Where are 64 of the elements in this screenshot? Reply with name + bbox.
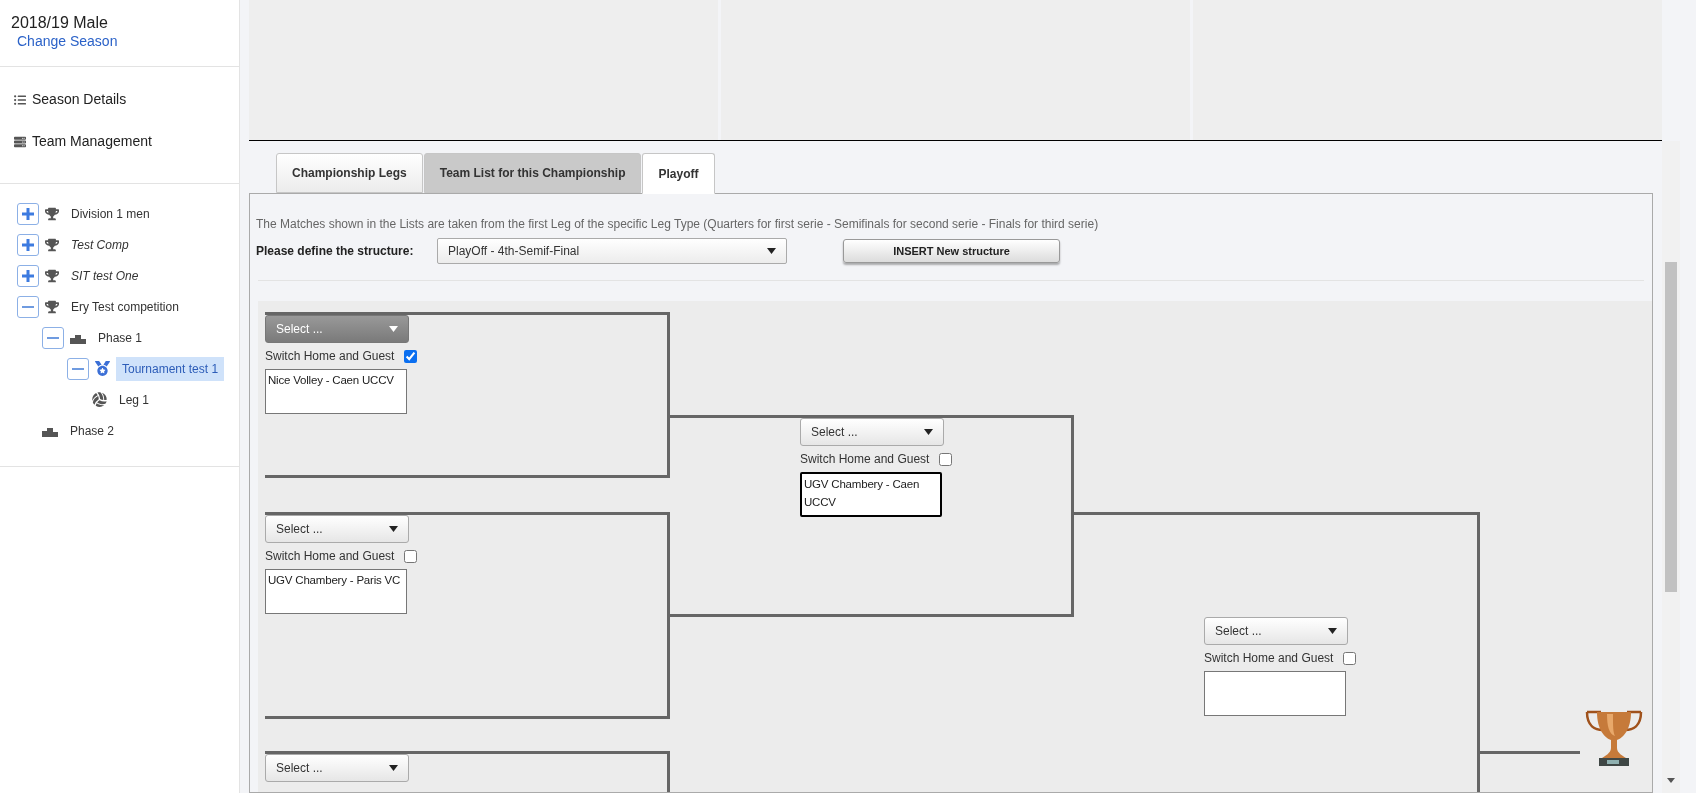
trophy-icon [45,237,59,252]
teams-field[interactable]: UGV Chambery - Caen UCCV [800,472,942,517]
switch-checkbox[interactable] [939,452,953,466]
season-name: 2018/19 Male [11,14,109,32]
minus-icon [22,305,34,308]
tree-item[interactable]: Ery Test competition [65,294,185,319]
tree-item[interactable]: Phase 1 [92,325,149,350]
tree-item[interactable]: Leg 1 [113,387,156,412]
list-icon [14,93,26,106]
match-select[interactable]: Select ... [265,515,409,543]
scroll-down-icon[interactable] [1667,778,1675,783]
teams-field[interactable] [1204,671,1346,716]
structure-label: Please define the structure: [256,243,415,260]
caret-icon [389,326,398,332]
insert-structure-button[interactable]: INSERT New structure [843,239,1060,263]
match-select[interactable]: Select ... [265,315,409,343]
menu-link[interactable]: Team Management [32,131,152,152]
trophy-icon [1583,710,1645,768]
tree-toggle[interactable] [17,264,39,287]
tree-item[interactable]: Phase 2 [64,418,121,443]
switch-checkbox[interactable] [404,349,418,363]
tree-toggle[interactable] [67,357,89,380]
teams-field[interactable]: Nice Volley - Caen UCCV [265,369,407,414]
caret-icon [389,765,398,771]
scrollbar-thumb[interactable] [1665,262,1677,592]
plus-icon [22,238,34,251]
trophy-icon [45,299,59,314]
teams-field[interactable]: UGV Chambery - Paris VC [265,569,407,614]
caret-icon [767,248,776,254]
tree-item[interactable]: Division 1 men [65,201,156,226]
menu-link[interactable]: Season Details [32,89,127,110]
tree-toggle[interactable] [17,202,39,225]
minus-icon [47,336,59,339]
switch-checkbox[interactable] [1343,651,1357,665]
minus-icon [72,367,84,370]
match-select[interactable]: Select ... [800,418,944,446]
change-season-link[interactable]: Change Season [17,32,239,50]
tree-toggle[interactable] [17,233,39,256]
trophy-icon [45,268,59,283]
switch-label: Switch Home and Guest [265,348,395,365]
switch-label: Switch Home and Guest [800,451,930,468]
trophy-icon [45,206,59,221]
switch-label: Switch Home and Guest [1204,650,1334,667]
tab[interactable]: Championship Legs [276,153,423,193]
switch-label: Switch Home and Guest [265,548,395,565]
match-select[interactable]: Select ... [265,754,409,782]
caret-icon [924,429,933,435]
plus-icon [22,269,34,282]
tab[interactable]: Playoff [642,153,715,194]
tree-toggle[interactable] [17,295,39,318]
caret-icon [389,526,398,532]
match-select[interactable]: Select ... [1204,617,1348,645]
plus-icon [22,207,34,220]
playoff-note: The Matches shown in the Lists are taken from the first Leg of the specific Leg Type (Quarters for first serie - Semifinals for second serie - Finals for third serie) [256,216,1100,233]
rows-icon [14,135,26,148]
caret-icon [1328,628,1337,634]
tree-item[interactable]: Test Comp [65,232,135,257]
tab[interactable]: Team List for this Championship [423,153,642,193]
switch-checkbox[interactable] [404,549,418,563]
structure-select[interactable]: PlayOff - 4th-Semif-Final [437,238,787,264]
tree-toggle[interactable] [42,326,64,349]
tree-item[interactable]: Tournament test 1 [116,356,225,381]
tree-item[interactable]: SIT test One [65,263,145,288]
medal-icon [95,361,110,376]
